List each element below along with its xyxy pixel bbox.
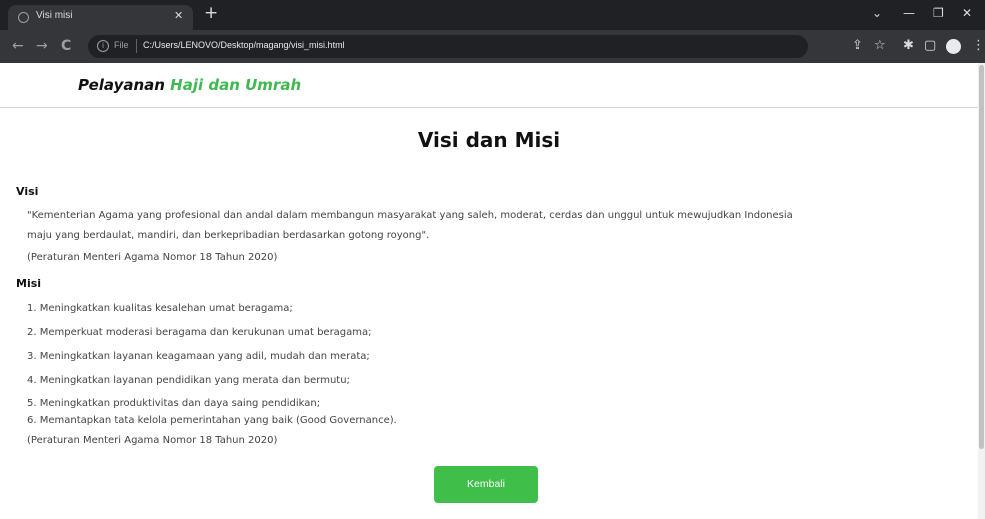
brand-prefix: Pelayanan (78, 76, 171, 94)
back-button[interactable]: Kembali (434, 466, 538, 503)
misi-item: 3. Meningkatkan layanan keagamaan yang a… (27, 351, 370, 362)
info-icon[interactable]: i (97, 40, 109, 52)
browser-toolbar: ← → C i File C:/Users/LENOVO/Desktop/mag… (0, 30, 985, 63)
star-icon[interactable]: ☆ (874, 38, 886, 54)
scrollbar-thumb[interactable] (979, 65, 984, 449)
forward-icon[interactable]: → (36, 38, 48, 54)
page-content: Pelayanan Haji dan Umrah Visi dan Misi V… (0, 63, 985, 519)
reload-icon[interactable]: C (61, 38, 71, 54)
misi-item: 2. Memperkuat moderasi beragama dan keru… (27, 327, 372, 338)
visi-heading: Visi (16, 185, 39, 198)
maximize-icon[interactable]: ❐ (933, 6, 944, 20)
visi-text-line-2: maju yang berdaulat, mandiri, dan berkep… (27, 230, 430, 241)
brand-accent: Haji dan Umrah (170, 76, 302, 94)
page-title: Visi dan Misi (417, 128, 561, 152)
page-scrollbar[interactable] (978, 63, 985, 519)
site-brand[interactable]: Pelayanan Haji dan Umrah (78, 76, 301, 94)
close-window-icon[interactable]: ✕ (962, 6, 972, 20)
menu-icon[interactable]: ⋮ (972, 38, 985, 54)
side-panel-icon[interactable]: ▢ (924, 38, 936, 54)
misi-item: 1. Meningkatkan kualitas kesalehan umat … (27, 303, 293, 314)
omnibox-divider (136, 39, 137, 53)
visi-text-line-1: "Kementerian Agama yang profesional dan … (27, 210, 793, 221)
browser-titlebar: Visi misi ✕ + ⌄ — ❐ ✕ (0, 0, 985, 30)
globe-icon (18, 12, 29, 23)
new-tab-icon[interactable]: + (204, 5, 218, 22)
tab-title: Visi misi (36, 10, 73, 21)
url-text[interactable]: C:/Users/LENOVO/Desktop/magang/visi_misi… (143, 40, 345, 50)
browser-tab[interactable]: Visi misi ✕ (8, 5, 193, 30)
misi-source: (Peraturan Menteri Agama Nomor 18 Tahun … (27, 435, 278, 446)
share-icon[interactable]: ⇪ (852, 38, 863, 54)
url-scheme: File (114, 40, 129, 50)
misi-heading: Misi (16, 277, 42, 290)
misi-item: 6. Memantapkan tata kelola pemerintahan … (27, 415, 397, 426)
tab-close-icon[interactable]: ✕ (174, 9, 183, 22)
misi-item: 4. Meningkatkan layanan pendidikan yang … (27, 375, 350, 386)
extensions-icon[interactable]: ✱ (903, 38, 914, 54)
visi-source: (Peraturan Menteri Agama Nomor 18 Tahun … (27, 252, 278, 263)
minimize-icon[interactable]: — (903, 6, 915, 20)
back-icon[interactable]: ← (12, 38, 24, 54)
profile-avatar[interactable] (946, 39, 961, 54)
header-divider (0, 107, 978, 108)
chevron-down-icon[interactable]: ⌄ (872, 6, 882, 20)
misi-item: 5. Meningkatkan produktivitas dan daya s… (27, 398, 321, 409)
address-bar[interactable]: i File C:/Users/LENOVO/Desktop/magang/vi… (88, 35, 808, 58)
